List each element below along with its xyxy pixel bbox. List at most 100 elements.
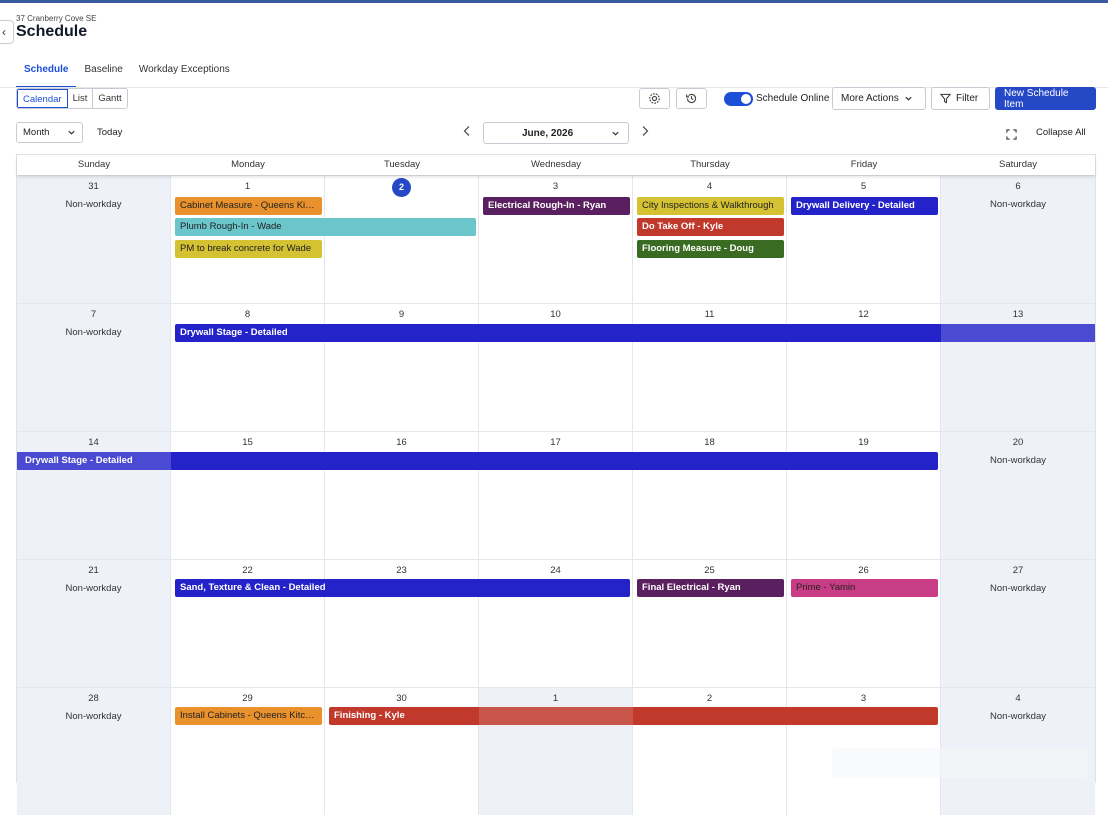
filter-button[interactable]: Filter — [931, 87, 990, 110]
weekday-label: Monday — [231, 159, 265, 170]
day-cell[interactable]: 2 — [325, 176, 479, 303]
filter-label: Filter — [956, 93, 979, 104]
day-number: 25 — [704, 565, 715, 576]
next-month-button[interactable] — [640, 125, 650, 140]
gear-icon — [649, 93, 660, 104]
settings-button[interactable] — [639, 88, 670, 109]
event-pm-break-concrete[interactable]: PM to break concrete for Wade — [175, 240, 322, 258]
event-cabinet-measure[interactable]: Cabinet Measure - Queens Kitchen — [175, 197, 322, 215]
current-month: June, 2026 — [522, 127, 574, 139]
calendar-week: 14 15 16 17 18 19 20 Non-workday — [17, 431, 1095, 559]
day-cell[interactable]: 31 Non-workday — [17, 176, 171, 303]
day-cell[interactable]: 3 — [479, 176, 633, 303]
view-calendar-button[interactable]: Calendar — [17, 89, 68, 108]
non-workday-label: Non-workday — [65, 327, 122, 338]
filter-icon — [940, 93, 951, 104]
non-workday-label: Non-workday — [990, 583, 1046, 594]
non-workday-label: Non-workday — [65, 583, 122, 594]
history-button[interactable] — [676, 88, 707, 109]
day-number: 18 — [704, 437, 715, 448]
day-cell[interactable]: 20 Non-workday — [941, 432, 1095, 559]
event-drywall-delivery[interactable]: Drywall Delivery - Detailed — [791, 197, 938, 215]
day-cell[interactable]: 5 — [787, 176, 941, 303]
new-schedule-item-button[interactable]: New Schedule Item — [995, 87, 1096, 110]
day-number: 26 — [858, 565, 869, 576]
weekday-label: Saturday — [998, 159, 1038, 170]
schedule-online-label: Schedule Online — [756, 93, 830, 104]
calendar-week: 7 Non-workday 8 9 10 11 12 13 — [17, 303, 1095, 431]
day-cell[interactable]: 21 Non-workday — [17, 560, 171, 687]
event-do-take-off[interactable]: Do Take Off - Kyle — [637, 218, 784, 236]
view-toggle: Calendar List Gantt — [16, 88, 128, 109]
day-number: 2 — [706, 693, 713, 704]
day-number: 7 — [90, 309, 97, 320]
event-city-inspections[interactable]: City Inspections & Walkthrough — [637, 197, 784, 215]
weekday-label: Sunday — [77, 159, 111, 170]
range-select-value: Month — [23, 127, 50, 138]
today-day-number: 2 — [392, 178, 411, 197]
chevron-down-icon — [612, 131, 619, 136]
event-plumb-rough-in[interactable]: Plumb Rough-In - Wade — [175, 218, 476, 236]
day-number: 4 — [706, 181, 713, 192]
day-number: 8 — [244, 309, 251, 320]
day-number: 5 — [860, 181, 867, 192]
event-sand-texture-clean[interactable]: Sand, Texture & Clean - Detailed — [175, 579, 630, 597]
project-address: 37 Cranberry Cove SE — [16, 14, 97, 23]
chevron-down-icon — [905, 96, 912, 101]
range-select[interactable]: Month — [16, 122, 83, 143]
tab-bar: Schedule Baseline Workday Exceptions — [16, 60, 238, 88]
prev-month-button[interactable] — [462, 125, 472, 140]
event-flooring-measure[interactable]: Flooring Measure - Doug — [637, 240, 784, 258]
non-workday-overlay — [17, 452, 171, 470]
tab-workday-exceptions[interactable]: Workday Exceptions — [131, 60, 238, 88]
day-number: 19 — [858, 437, 869, 448]
more-actions-button[interactable]: More Actions — [832, 87, 926, 110]
weekday-label: Tuesday — [383, 159, 421, 170]
day-cell[interactable]: 7 Non-workday — [17, 304, 171, 431]
day-number: 17 — [550, 437, 561, 448]
chevron-right-icon — [642, 126, 649, 136]
day-number: 1 — [552, 693, 559, 704]
month-picker[interactable]: June, 2026 — [483, 122, 629, 144]
expand-button[interactable] — [1006, 127, 1017, 145]
day-number: 14 — [88, 437, 99, 448]
view-list-button[interactable]: List — [67, 89, 94, 108]
day-number: 30 — [396, 693, 407, 704]
event-install-cabinets[interactable]: Install Cabinets - Queens Kitchen — [175, 707, 322, 725]
chevron-left-icon: ‹ — [2, 25, 6, 39]
day-number: 21 — [88, 565, 99, 576]
day-number: 10 — [550, 309, 561, 320]
day-number: 11 — [704, 309, 715, 320]
day-number: 13 — [1012, 309, 1024, 320]
day-cell[interactable]: 6 Non-workday — [941, 176, 1095, 303]
day-number: 6 — [1015, 181, 1021, 192]
notification-placeholder — [832, 748, 1088, 778]
top-accent-bar — [0, 0, 1108, 3]
calendar-grid: Sunday Monday Tuesday Wednesday Thursday… — [16, 154, 1096, 815]
non-workday-label: Non-workday — [990, 455, 1046, 466]
chevron-down-icon — [68, 130, 75, 135]
today-button[interactable]: Today — [97, 127, 122, 138]
event-electrical-rough-in[interactable]: Electrical Rough-In - Ryan — [483, 197, 630, 215]
day-cell[interactable]: 28 Non-workday — [17, 688, 171, 815]
tab-schedule[interactable]: Schedule — [16, 60, 77, 88]
non-workday-overlay — [941, 324, 1095, 342]
weekday-label: Wednesday — [531, 159, 581, 170]
non-workday-overlay — [479, 707, 633, 725]
day-number: 31 — [88, 181, 99, 192]
day-number: 16 — [396, 437, 407, 448]
day-number: 9 — [398, 309, 405, 320]
event-finishing[interactable]: Finishing - Kyle — [329, 707, 938, 725]
back-button[interactable]: ‹ — [0, 20, 14, 44]
day-number: 3 — [552, 181, 559, 192]
day-cell[interactable]: 27 Non-workday — [941, 560, 1095, 687]
more-actions-label: More Actions — [841, 93, 899, 104]
tab-baseline[interactable]: Baseline — [76, 60, 130, 88]
event-final-electrical[interactable]: Final Electrical - Ryan — [637, 579, 784, 597]
event-prime[interactable]: Prime - Yamin — [791, 579, 938, 597]
schedule-online-toggle[interactable] — [724, 92, 753, 106]
expand-icon — [1006, 129, 1017, 140]
day-number: 27 — [1012, 565, 1024, 576]
view-gantt-button[interactable]: Gantt — [93, 89, 127, 108]
collapse-all-button[interactable]: Collapse All — [1036, 127, 1086, 138]
